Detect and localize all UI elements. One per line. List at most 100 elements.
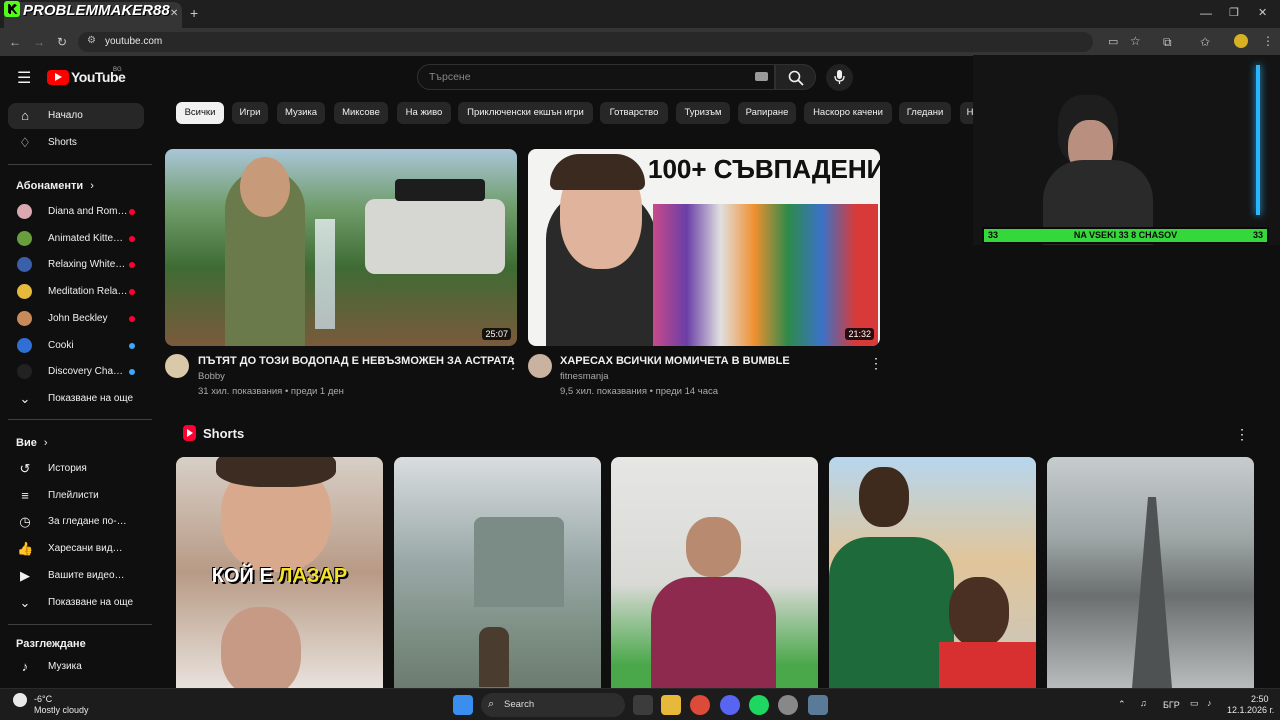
filter-chip[interactable]: Наскоро качени xyxy=(804,102,892,124)
short-thumbnail[interactable] xyxy=(1047,457,1254,688)
short-thumbnail[interactable]: КОЙ Е ЛАЗАР xyxy=(176,457,383,688)
taskbar-search[interactable]: ⌕ Search xyxy=(481,693,625,717)
search-input[interactable]: Търсене xyxy=(429,71,471,83)
hair xyxy=(550,154,645,190)
weather-desc[interactable]: Mostly cloudy xyxy=(34,705,89,715)
cast-icon[interactable]: ▭ xyxy=(1108,35,1118,48)
video-duration: 21:32 xyxy=(845,328,874,340)
chevron-right-icon: › xyxy=(43,437,48,449)
you-header[interactable]: Вие › xyxy=(16,437,48,449)
network-icon[interactable]: ▭ xyxy=(1190,698,1199,709)
video-menu-icon[interactable]: ⋮ xyxy=(869,356,883,370)
hamburger-menu-icon[interactable]: ☰ xyxy=(17,68,31,88)
channel-avatar[interactable] xyxy=(165,354,189,378)
sidebar-item-you-4[interactable]: ▶Вашите видеокли... xyxy=(8,563,144,589)
live-indicator-icon xyxy=(129,289,135,296)
car-image xyxy=(365,199,505,274)
bookmark-star-icon[interactable]: ☆ xyxy=(1130,34,1141,48)
sidebar-subscription[interactable]: Animated Kitten ... xyxy=(8,226,144,252)
minimize-icon[interactable]: — xyxy=(1200,6,1212,20)
weather-temp[interactable]: -6°C xyxy=(34,694,52,704)
watch-later-icon: ◷ xyxy=(19,514,31,530)
sidebar-subscription[interactable]: Cooki xyxy=(8,333,144,359)
shorts-menu-icon[interactable]: ⋮ xyxy=(1235,427,1249,441)
filter-chip[interactable]: Туризъм xyxy=(676,102,730,124)
back-icon[interactable]: ← xyxy=(9,35,21,49)
sidebar-subscription[interactable]: Discovery Chann... xyxy=(8,359,144,385)
spotify-icon[interactable] xyxy=(749,695,769,715)
reload-icon[interactable]: ↻ xyxy=(57,35,67,49)
microphone-tray-icon[interactable]: ♫ xyxy=(1140,698,1147,708)
language-indicator[interactable]: БГР xyxy=(1163,700,1180,710)
maximize-icon[interactable]: ❐ xyxy=(1229,6,1239,19)
filter-chip[interactable]: Рапиране xyxy=(738,102,796,124)
address-bar[interactable]: ⚙ youtube.com ▭ ☆ xyxy=(78,32,1141,52)
sidebar-show-more-subscriptions[interactable]: ⌄ Показване на още xyxy=(8,386,144,412)
led-strip xyxy=(1256,65,1260,215)
short-thumbnail[interactable] xyxy=(611,457,818,688)
profile-avatar[interactable] xyxy=(1234,34,1248,48)
browser-menu-icon[interactable]: ⋮ xyxy=(1262,34,1274,48)
filter-chip[interactable]: На живо xyxy=(397,102,451,124)
weather-icon[interactable] xyxy=(13,693,27,707)
extensions-icon[interactable]: ⧉ xyxy=(1163,35,1172,49)
video-menu-icon[interactable]: ⋮ xyxy=(506,356,520,370)
tray-chevron-up-icon[interactable]: ⌃ xyxy=(1118,699,1126,710)
sidebar-item-home[interactable]: ⌂ Начало xyxy=(8,103,144,129)
video-channel[interactable]: fitnesmanja xyxy=(560,371,609,382)
tab-close-icon[interactable]: ✕ xyxy=(170,8,178,19)
video-thumbnail[interactable]: 100+ СЪВПАДЕНИЯ 21:32 xyxy=(528,149,880,346)
task-view-icon[interactable] xyxy=(633,695,653,715)
voice-search-button[interactable] xyxy=(826,64,853,91)
sidebar-subscription[interactable]: Relaxing White N... xyxy=(8,252,144,278)
region-code: BG xyxy=(113,67,122,73)
video-thumbnail[interactable]: 25:07 xyxy=(165,149,517,346)
sidebar-show-more-you[interactable]: ⌄ Показване на още xyxy=(8,590,144,616)
like-icon: 👍 xyxy=(17,541,34,557)
browser-toolbar: ← → ↻ ⚙ youtube.com ▭ ☆ ⧉ ✩ ⋮ xyxy=(0,28,1280,56)
filter-chip[interactable]: Миксове xyxy=(334,102,388,124)
file-explorer-icon[interactable] xyxy=(661,695,681,715)
forward-icon[interactable]: → xyxy=(33,35,45,49)
video-title[interactable]: ХАРЕСАХ ВСИЧКИ МОМИЧЕТА В BUMBLE xyxy=(560,355,790,367)
sidebar-item-you-3[interactable]: 👍Харесани видеокл... xyxy=(8,536,144,562)
filter-chip[interactable]: Готварство xyxy=(600,102,668,124)
video-title[interactable]: ПЪТЯТ ДО ТОЗИ ВОДОПАД Е НЕВЪЗМОЖЕН ЗА АС… xyxy=(198,355,515,367)
obs-icon[interactable] xyxy=(778,695,798,715)
keyboard-icon[interactable] xyxy=(755,72,768,81)
sidebar-item-you-1[interactable]: ≡ Плейлисти xyxy=(8,483,144,509)
live-indicator-icon xyxy=(129,315,135,322)
car-roof-box xyxy=(395,179,485,201)
favorites-icon[interactable]: ✩ xyxy=(1200,35,1210,49)
video-channel[interactable]: Bobby xyxy=(198,371,225,382)
sidebar-subscription[interactable]: Diana and Roma ... xyxy=(8,199,144,225)
filter-chip[interactable]: Игри xyxy=(232,102,268,124)
discord-icon[interactable] xyxy=(720,695,740,715)
settings-icon[interactable] xyxy=(808,695,828,715)
channel-avatar xyxy=(17,364,32,380)
search-box[interactable]: Търсене xyxy=(417,64,775,90)
sidebar-subscription[interactable]: Meditation Relax... xyxy=(8,279,144,305)
clock-date[interactable]: 12.1.2026 г. xyxy=(1227,705,1274,715)
chrome-icon[interactable] xyxy=(690,695,710,715)
short-thumbnail[interactable] xyxy=(394,457,601,688)
close-window-icon[interactable]: ✕ xyxy=(1258,6,1267,19)
filter-chip[interactable]: Приключенски екшън игри xyxy=(458,102,593,124)
short-thumbnail[interactable] xyxy=(829,457,1036,688)
sidebar-item-shorts[interactable]: ♢ Shorts xyxy=(8,130,144,156)
channel-avatar[interactable] xyxy=(528,354,552,378)
site-info-icon[interactable]: ⚙ xyxy=(87,35,96,46)
filter-chip[interactable]: Музика xyxy=(277,102,325,124)
filter-chip[interactable]: Всички xyxy=(176,102,224,124)
filter-chip[interactable]: Гледани xyxy=(899,102,951,124)
subscriptions-header[interactable]: Абонаменти › xyxy=(16,180,94,192)
sidebar-subscription[interactable]: John Beckley xyxy=(8,306,144,332)
search-button[interactable] xyxy=(775,64,816,90)
sidebar-item-you-2[interactable]: ◷За гледане по-къс... xyxy=(8,509,144,535)
volume-icon[interactable]: ♪ xyxy=(1207,698,1212,708)
sidebar-item-you-0[interactable]: ↺ История xyxy=(8,456,144,482)
start-button[interactable] xyxy=(453,695,473,715)
new-tab-button[interactable]: + xyxy=(190,5,198,21)
sidebar-item-music[interactable]: ♪ Музика xyxy=(8,654,144,680)
clock-time[interactable]: 2:50 xyxy=(1251,694,1269,704)
